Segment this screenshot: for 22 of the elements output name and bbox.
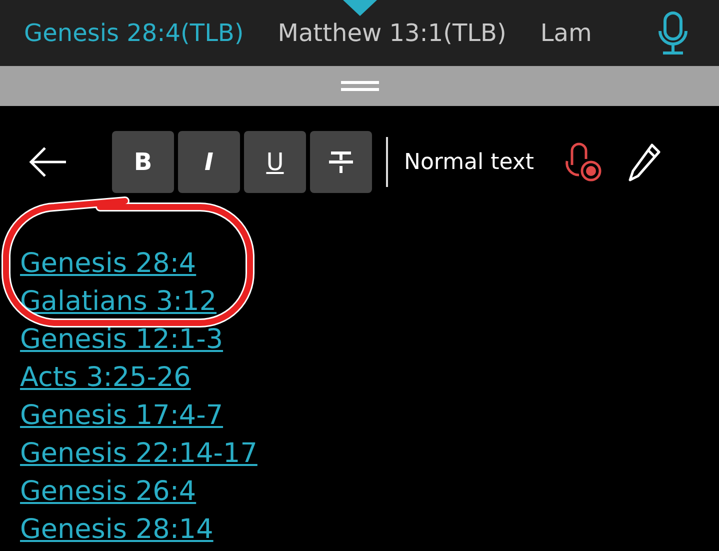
pencil-icon[interactable] xyxy=(628,142,662,182)
bold-button[interactable]: B xyxy=(112,131,174,193)
verse-tab[interactable]: Matthew 13:1(TLB) xyxy=(278,15,506,51)
verse-link[interactable]: Genesis 28:14 xyxy=(20,511,214,549)
verse-link[interactable]: Galatians 3:12 xyxy=(20,283,217,321)
verse-link[interactable]: Genesis 12:1-3 xyxy=(20,321,224,359)
microphone-icon[interactable] xyxy=(658,11,688,55)
strikethrough-icon xyxy=(328,149,354,175)
back-arrow-icon[interactable] xyxy=(28,146,68,178)
verse-tab[interactable]: Genesis 28:4(TLB) xyxy=(24,15,244,51)
verse-link[interactable]: Genesis 17:4-7 xyxy=(20,397,224,435)
strikethrough-button[interactable] xyxy=(310,131,372,193)
verse-link[interactable]: Genesis 22:14-17 xyxy=(20,435,258,473)
verse-tab[interactable]: Lam xyxy=(540,15,592,51)
verse-link[interactable]: Genesis 26:4 xyxy=(20,473,196,511)
tab-indicator-icon xyxy=(343,0,377,16)
underline-button[interactable]: U xyxy=(244,131,306,193)
drag-handle-icon[interactable] xyxy=(340,81,378,91)
italic-button[interactable]: I xyxy=(178,131,240,193)
text-style-label[interactable]: Normal text xyxy=(404,146,534,178)
verse-link[interactable]: Acts 3:25-26 xyxy=(20,359,191,397)
verse-link[interactable]: Genesis 28:4 xyxy=(20,245,196,283)
